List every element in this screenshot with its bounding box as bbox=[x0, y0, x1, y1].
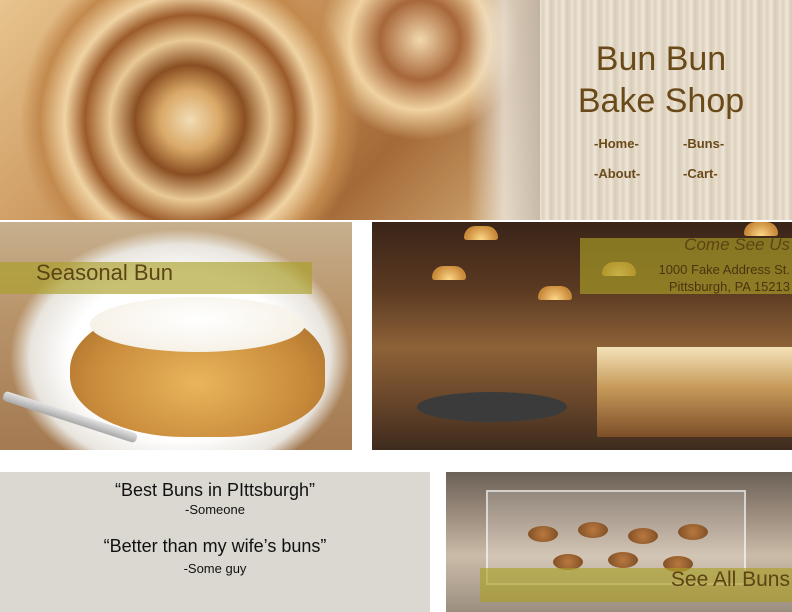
nav-buns-link[interactable]: -Buns- bbox=[683, 136, 724, 151]
seasonal-bun-label[interactable]: Seasonal Bun bbox=[36, 260, 173, 286]
pastry-image bbox=[628, 528, 658, 544]
pastry-image bbox=[678, 524, 708, 540]
testimonials-panel: “Best Buns in PIttsburgh” -Someone “Bett… bbox=[0, 472, 430, 612]
cafe-table-image bbox=[417, 392, 567, 422]
pastry-image bbox=[528, 526, 558, 542]
hero-cinnamon-rolls-image bbox=[0, 0, 548, 220]
pendant-lamp-icon bbox=[744, 222, 778, 236]
seasonal-bun-tile[interactable]: Seasonal Bun bbox=[0, 222, 352, 450]
pastry-image bbox=[608, 552, 638, 568]
pendant-lamp-icon bbox=[464, 226, 498, 240]
testimonial-quote: “Best Buns in PIttsburgh” bbox=[114, 480, 316, 500]
store-location-tile: Come See Us 1000 Fake Address St. Pittsb… bbox=[372, 222, 792, 450]
site-title-line2: Bake Shop bbox=[577, 82, 745, 120]
pendant-lamp-icon bbox=[432, 266, 466, 280]
baking-dish-edge bbox=[468, 0, 548, 220]
pendant-lamp-icon bbox=[538, 286, 572, 300]
pastry-counter-image bbox=[597, 347, 792, 437]
pastry-image bbox=[578, 522, 608, 538]
icing-image bbox=[90, 297, 305, 352]
site-title: Bun Bun Bake Shop bbox=[540, 38, 782, 122]
testimonial-author: -Someone bbox=[185, 502, 245, 517]
testimonial-quote: “Better than my wife’s buns” bbox=[103, 536, 327, 556]
nav-about-link[interactable]: -About- bbox=[594, 166, 640, 181]
see-all-buns-label[interactable]: See All Buns bbox=[671, 568, 790, 592]
site-title-line1: Bun Bun bbox=[595, 40, 727, 78]
site-header: Bun Bun Bake Shop -Home- -Buns- -About- … bbox=[540, 0, 792, 220]
come-see-us-heading: Come See Us bbox=[684, 235, 790, 254]
nav-cart-link[interactable]: -Cart- bbox=[683, 166, 718, 181]
address-line2: Pittsburgh, PA 15213 bbox=[668, 279, 790, 294]
address-line1: 1000 Fake Address St. bbox=[658, 262, 790, 277]
see-all-buns-tile[interactable]: See All Buns bbox=[446, 472, 792, 612]
nav-home-link[interactable]: -Home- bbox=[594, 136, 639, 151]
testimonial-author: -Some guy bbox=[183, 561, 247, 576]
